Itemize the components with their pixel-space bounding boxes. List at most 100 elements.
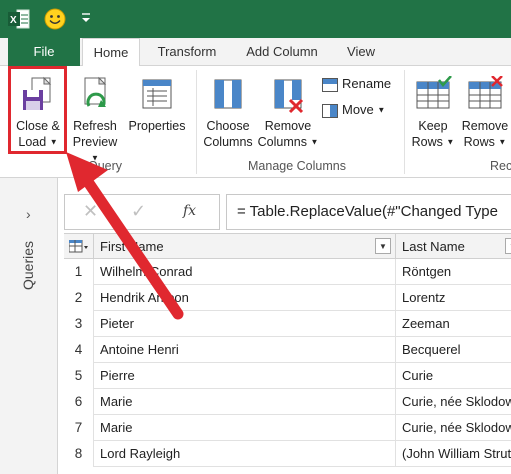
dropdown-caret-icon: ▼ <box>498 137 507 147</box>
tab-transform[interactable]: Transform <box>146 38 228 66</box>
group-divider <box>404 70 405 174</box>
tab-add-column[interactable]: Add Column <box>232 38 332 66</box>
cell-last-name[interactable]: Zeeman <box>396 311 511 337</box>
remove-rows-label-2: Rows <box>463 135 495 149</box>
properties-icon <box>142 79 172 109</box>
row-number: 8 <box>64 441 94 467</box>
properties-label: Properties <box>128 119 186 133</box>
row-number: 6 <box>64 389 94 415</box>
column-header-label: First Name <box>100 239 164 254</box>
confirm-formula-icon[interactable]: ✓ <box>131 201 146 222</box>
cell-last-name[interactable]: (John William Strutt) <box>396 441 511 467</box>
row-number: 4 <box>64 337 94 363</box>
table-row[interactable]: 8 Lord Rayleigh (John William Strutt) <box>64 441 511 467</box>
keep-rows-label-2-row: Rows ▼ <box>410 134 456 151</box>
filter-dropdown-icon[interactable]: ▼ <box>375 238 391 254</box>
remove-rows-label-1: Remove <box>461 119 509 133</box>
queries-pane[interactable] <box>0 178 58 474</box>
refresh-label-2: Preview <box>72 135 118 149</box>
group-divider <box>196 70 197 174</box>
svg-text:X: X <box>10 15 17 26</box>
formula-bar: ✕ ✓ fx = Table.ReplaceValue(#"Changed Ty… <box>64 194 511 230</box>
ribbon-tabs: File Home Transform Add Column View <box>0 38 511 67</box>
group-label-reduce-rows: Rec <box>490 159 511 173</box>
choose-columns-label-2: Columns <box>203 135 253 149</box>
move-label: Move <box>342 102 374 117</box>
table-row[interactable]: 5 Pierre Curie <box>64 363 511 389</box>
row-number: 1 <box>64 259 94 285</box>
cell-first-name[interactable]: Pieter <box>94 311 396 337</box>
cell-first-name[interactable]: Lord Rayleigh <box>94 441 396 467</box>
cell-first-name[interactable]: Antoine Henri <box>94 337 396 363</box>
dropdown-caret-icon: ▼ <box>310 137 319 147</box>
fx-icon[interactable]: fx <box>183 203 196 219</box>
title-bar: X <box>0 0 511 38</box>
rename-button[interactable]: Rename <box>322 76 398 92</box>
refresh-label-1: Refresh <box>73 119 117 133</box>
cell-last-name[interactable]: Curie, née Sklodowska <box>396 415 511 441</box>
keep-rows-label-1: Keep <box>418 119 448 133</box>
table-row[interactable]: 2 Hendrik Antoon Lorentz <box>64 285 511 311</box>
ribbon: Close & Load ▼ Refresh Preview ▼ Propert… <box>0 66 511 178</box>
cell-first-name[interactable]: Wilhelm Conrad <box>94 259 396 285</box>
cancel-formula-icon[interactable]: ✕ <box>83 201 98 222</box>
cell-first-name[interactable]: Marie <box>94 389 396 415</box>
choose-columns-button[interactable]: Choose Columns <box>202 76 254 150</box>
cell-last-name[interactable]: Becquerel <box>396 337 511 363</box>
choose-columns-icon <box>214 79 242 109</box>
cell-first-name[interactable]: Marie <box>94 415 396 441</box>
remove-columns-label-2: Columns <box>257 135 307 149</box>
group-label-manage-columns: Manage Columns <box>248 159 346 173</box>
table-row[interactable]: 7 Marie Curie, née Sklodowska <box>64 415 511 441</box>
remove-rows-icon <box>468 76 503 109</box>
remove-columns-label-1: Remove <box>264 119 312 133</box>
tab-view[interactable]: View <box>336 38 386 66</box>
cell-last-name[interactable]: Röntgen <box>396 259 511 285</box>
row-number: 2 <box>64 285 94 311</box>
table-row[interactable]: 3 Pieter Zeeman <box>64 311 511 337</box>
tab-file[interactable]: File <box>8 38 80 66</box>
keep-rows-button[interactable]: Keep Rows ▼ <box>410 76 456 151</box>
remove-columns-label-2-row: Columns ▼ <box>256 134 320 151</box>
tab-home[interactable]: Home <box>82 38 140 67</box>
move-button[interactable]: Move ▼ <box>322 102 398 119</box>
column-header-label: Last Name <box>402 239 465 254</box>
keep-rows-label-2: Rows <box>411 135 443 149</box>
table-row[interactable]: 4 Antoine Henri Becquerel <box>64 337 511 363</box>
rename-icon <box>322 77 338 92</box>
keep-rows-icon <box>416 76 452 109</box>
row-number: 7 <box>64 415 94 441</box>
column-header-first-name[interactable]: First Name ▼ <box>94 233 396 259</box>
excel-icon[interactable]: X <box>8 9 30 29</box>
remove-rows-button[interactable]: Remove Rows ▼ <box>460 76 510 151</box>
formula-input[interactable]: = Table.ReplaceValue(#"Changed Type <box>226 194 511 230</box>
properties-button[interactable]: Properties <box>124 76 190 134</box>
cell-first-name[interactable]: Pierre <box>94 363 396 389</box>
rename-label: Rename <box>342 76 392 91</box>
remove-columns-button[interactable]: Remove Columns ▼ <box>256 76 320 151</box>
filter-dropdown-icon[interactable]: ▼ <box>505 238 511 254</box>
expand-chevron-icon[interactable]: › <box>26 206 31 222</box>
chevron-down-icon[interactable] <box>80 11 92 25</box>
group-label-query: Query <box>88 159 123 173</box>
remove-rows-label-2-row: Rows ▼ <box>460 134 510 151</box>
cell-last-name[interactable]: Curie, née Sklodowska <box>396 389 511 415</box>
table-row[interactable]: 1 Wilhelm Conrad Röntgen <box>64 259 511 285</box>
row-number: 3 <box>64 311 94 337</box>
remove-columns-icon <box>274 79 304 114</box>
refresh-preview-button[interactable]: Refresh Preview ▼ <box>68 76 122 167</box>
cell-last-name[interactable]: Lorentz <box>396 285 511 311</box>
column-header-last-name[interactable]: Last Name ▼ <box>396 233 511 259</box>
choose-columns-label-1: Choose <box>206 119 250 133</box>
refresh-icon <box>84 76 107 107</box>
cell-last-name[interactable]: Curie <box>396 363 511 389</box>
queries-pane-label: Queries <box>20 240 36 290</box>
close-load-highlight-box <box>8 66 67 154</box>
table-menu-button[interactable] <box>64 233 94 259</box>
table-row[interactable]: 6 Marie Curie, née Sklodowska <box>64 389 511 415</box>
row-number: 5 <box>64 363 94 389</box>
smiley-icon[interactable] <box>44 8 66 30</box>
cell-first-name[interactable]: Hendrik Antoon <box>94 285 396 311</box>
dropdown-caret-icon: ▼ <box>377 105 386 115</box>
choose-columns-label-2-row: Columns <box>202 134 254 150</box>
